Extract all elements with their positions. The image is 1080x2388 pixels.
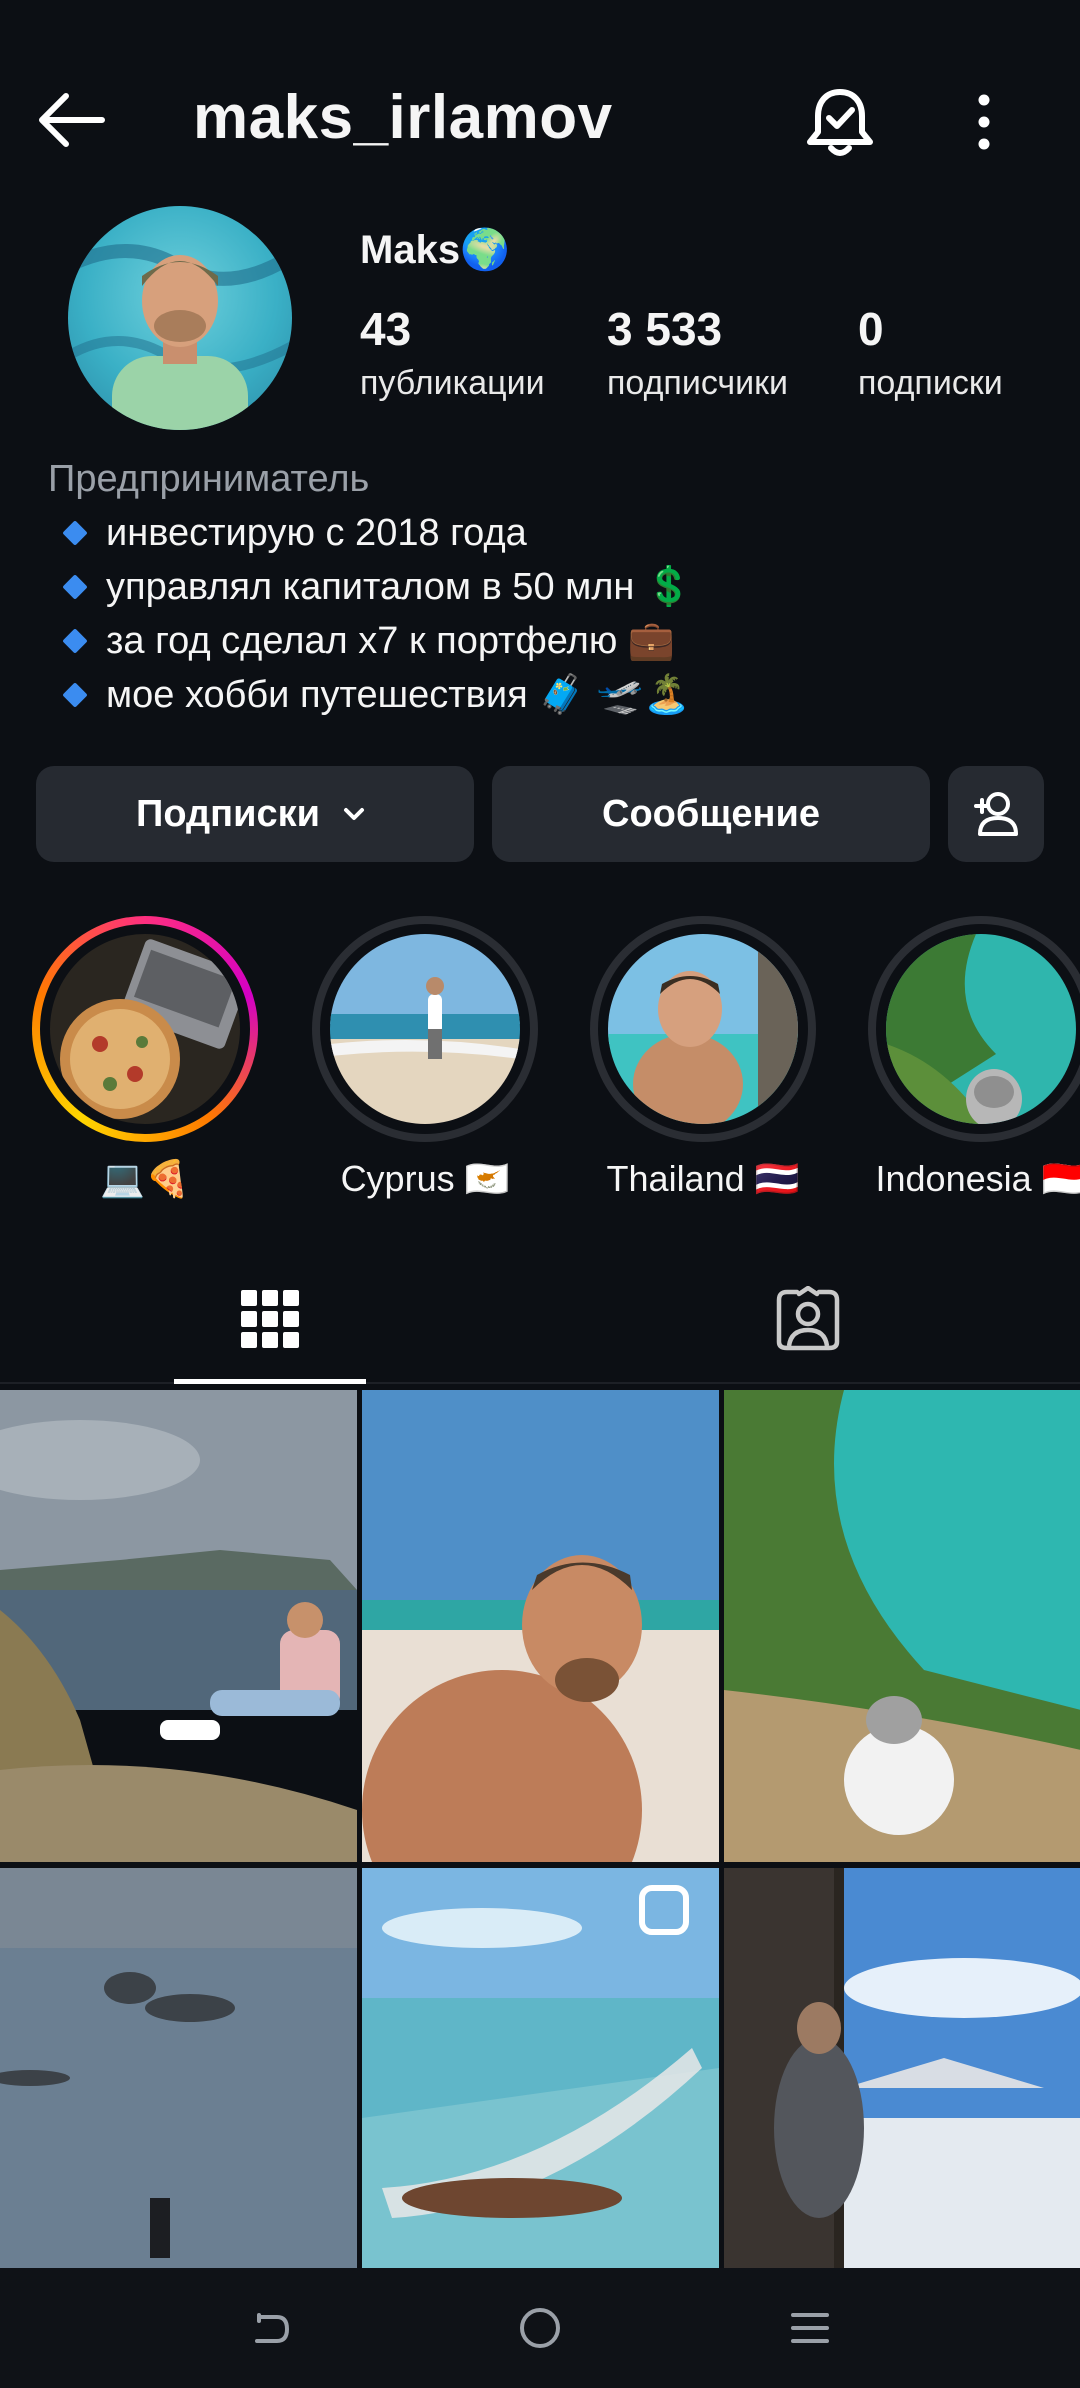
top-bar: maks_irlamov	[0, 60, 1080, 180]
active-tab-indicator	[174, 1379, 366, 1384]
tab-posts-grid[interactable]	[174, 1254, 366, 1384]
bio-line-text: управлял капиталом в 50 млн 💲	[106, 566, 693, 608]
bio-category: Предприниматель	[48, 458, 370, 500]
nav-home-icon	[520, 2308, 560, 2348]
following-dropdown-button[interactable]: Подписки	[36, 766, 474, 862]
profile-bio: Предприниматель инвестирую с 2018 года у…	[48, 452, 1048, 722]
highlight-label: Thailand 🇹🇭	[606, 1158, 800, 1199]
display-name: Maks🌍	[360, 228, 510, 272]
nav-back-icon	[255, 2313, 290, 2343]
message-button-label: Сообщение	[602, 792, 820, 835]
highlight-cover	[330, 934, 520, 1124]
tab-tagged[interactable]	[712, 1254, 904, 1384]
highlight-label: Cyprus 🇨🇾	[340, 1158, 510, 1199]
highlight-item[interactable]: Indonesia 🇮🇩	[866, 916, 1080, 1200]
blue-diamond-icon	[62, 520, 88, 546]
profile-avatar[interactable]	[68, 206, 292, 430]
more-options-button[interactable]	[964, 80, 1004, 164]
highlight-ring	[312, 916, 538, 1142]
profile-tabs	[0, 1254, 1080, 1384]
tagged-person-icon	[776, 1286, 840, 1351]
bio-line-text: инвестирую с 2018 года	[106, 512, 527, 554]
posts-count: 43	[360, 303, 412, 355]
back-arrow-icon	[39, 93, 105, 147]
followers-label: подписчики	[607, 364, 789, 402]
bio-line: инвестирую с 2018 года	[48, 506, 1048, 560]
nav-home-button[interactable]	[490, 2288, 590, 2368]
highlight-label: Indonesia 🇮🇩	[875, 1158, 1080, 1199]
bell-check-icon	[807, 89, 873, 156]
profile-username: maks_irlamov	[193, 83, 613, 152]
message-button[interactable]: Сообщение	[492, 766, 930, 862]
nav-back-button[interactable]	[220, 2288, 320, 2368]
highlight-ring	[32, 916, 258, 1142]
highlight-cover	[50, 934, 240, 1124]
following-count-stat[interactable]: 0 подписки	[858, 302, 1003, 403]
profile-screen: maks_irlamov Maks🌍 43 публикации 3 533 п…	[0, 0, 1080, 2388]
highlight-item[interactable]: Thailand 🇹🇭	[588, 916, 818, 1200]
posts-label: публикации	[360, 364, 545, 402]
system-navigation-bar	[0, 2268, 1080, 2388]
following-count: 0	[858, 303, 884, 355]
nav-recents-button[interactable]	[760, 2288, 860, 2368]
more-vertical-icon	[978, 94, 990, 150]
blue-diamond-icon	[62, 682, 88, 708]
blue-diamond-icon	[62, 574, 88, 600]
following-button-label: Подписки	[136, 792, 320, 835]
highlight-ring	[868, 916, 1080, 1142]
add-person-icon	[974, 792, 1018, 836]
followers-count-stat[interactable]: 3 533 подписчики	[607, 302, 788, 403]
post-thumbnail[interactable]	[724, 1390, 1080, 1862]
highlight-item[interactable]: 💻🍕	[30, 916, 260, 1200]
grid-icon	[241, 1290, 299, 1348]
highlight-cover	[886, 934, 1076, 1124]
bio-line-text: за год сделал х7 к портфелю 💼	[106, 620, 676, 662]
notifications-button[interactable]	[798, 80, 882, 164]
bio-line: за год сделал х7 к портфелю 💼	[48, 614, 1048, 668]
bio-line: мое хобби путешествия 🧳 🛫🏝️	[48, 668, 1048, 722]
blue-diamond-icon	[62, 628, 88, 654]
following-label: подписки	[858, 364, 1003, 402]
highlight-label: 💻🍕	[100, 1158, 190, 1199]
nav-recents-icon	[791, 2313, 829, 2343]
suggest-people-button[interactable]	[948, 766, 1044, 862]
highlight-cover	[608, 934, 798, 1124]
avatar-image	[68, 244, 292, 430]
post-thumbnail[interactable]	[362, 1390, 719, 1862]
highlight-item[interactable]: Cyprus 🇨🇾	[310, 916, 540, 1200]
bio-line: управлял капиталом в 50 млн 💲	[48, 560, 1048, 614]
bio-line-text: мое хобби путешествия 🧳 🛫🏝️	[106, 674, 691, 716]
highlight-ring	[590, 916, 816, 1142]
posts-count-stat[interactable]: 43 публикации	[360, 302, 545, 403]
back-button[interactable]	[32, 80, 112, 160]
post-thumbnail[interactable]	[0, 1390, 357, 1862]
followers-count: 3 533	[607, 303, 723, 355]
chevron-down-icon	[343, 808, 364, 820]
